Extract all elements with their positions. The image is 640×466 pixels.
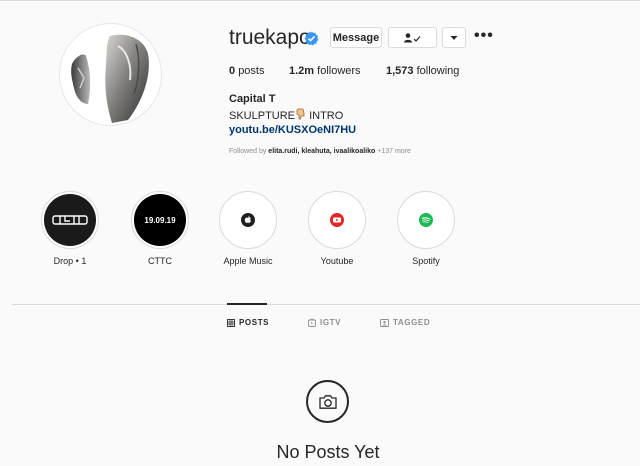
profile-website-link[interactable]: youtu.be/KUSXOeNI7HU	[229, 124, 356, 136]
apple-music-icon	[241, 213, 255, 227]
tab-tagged-label: TAGGED	[393, 318, 431, 327]
highlight-cover-youtube	[311, 194, 363, 246]
message-button[interactable]: Message	[330, 27, 382, 48]
glitch-logo-icon	[52, 215, 88, 225]
bio-text-start: SKULPTURE	[229, 110, 296, 122]
highlight-cover-cttc: 19.09.19	[134, 194, 186, 246]
following-count-label: following	[416, 65, 460, 77]
camera-circle	[306, 380, 349, 423]
pointing-down-hand-icon	[296, 108, 305, 120]
caret-down-icon	[450, 35, 458, 40]
highlight-ring	[219, 191, 277, 249]
profile-username: truekapo	[229, 26, 311, 49]
profile-bio: SKULPTURE INTRO	[229, 108, 343, 122]
tab-posts[interactable]: POSTS	[227, 318, 269, 327]
active-tab-indicator	[227, 303, 267, 305]
tagged-person-icon	[380, 318, 389, 327]
grid-icon	[227, 318, 235, 327]
following-button[interactable]	[388, 27, 437, 48]
followers-count[interactable]: 1.2m followers	[289, 65, 361, 77]
highlight-cttc[interactable]: 19.09.19 CTTC	[131, 191, 189, 266]
posts-count-value: 0	[229, 65, 236, 77]
profile-full-name: Capital T	[229, 93, 276, 105]
highlight-ring	[41, 191, 99, 249]
followed-by-text[interactable]: Followed by elita.rudi, kleahuta, ivaali…	[229, 148, 411, 155]
more-options-icon[interactable]: •••	[474, 28, 494, 44]
followed-by-prefix: Followed by	[229, 148, 269, 155]
followed-by-more: +137 more	[375, 148, 411, 155]
following-count[interactable]: 1,573 following	[386, 65, 459, 77]
verified-badge-icon	[304, 31, 319, 46]
profile-avatar[interactable]	[59, 23, 162, 126]
highlight-cover-text: 19.09.19	[144, 215, 176, 225]
suggested-accounts-button[interactable]	[442, 27, 466, 48]
tab-igtv-label: IGTV	[320, 318, 342, 327]
empty-state-title: No Posts Yet	[276, 442, 380, 462]
tab-posts-label: POSTS	[239, 318, 270, 327]
highlight-spotify[interactable]: Spotify	[397, 191, 455, 266]
highlight-cover-apple-music	[222, 194, 274, 246]
sculpture-image	[71, 34, 149, 123]
highlight-ring	[397, 191, 455, 249]
posts-count: 0 posts	[229, 65, 264, 77]
highlight-ring: 19.09.19	[131, 191, 189, 249]
youtube-icon	[330, 213, 344, 227]
highlight-apple-music[interactable]: Apple Music	[219, 191, 277, 266]
tabs-divider	[12, 304, 640, 305]
followers-count-value: 1.2m	[289, 65, 315, 77]
highlight-cover-spotify	[400, 194, 452, 246]
following-count-value: 1,573	[386, 65, 414, 77]
highlight-label: Apple Music	[223, 256, 273, 266]
camera-icon	[318, 394, 337, 409]
highlight-youtube[interactable]: Youtube	[308, 191, 366, 266]
highlight-ring	[308, 191, 366, 249]
tab-tagged[interactable]: TAGGED	[380, 318, 430, 327]
posts-count-label: posts	[238, 65, 265, 77]
followers-count-label: followers	[317, 65, 361, 77]
top-divider	[0, 0, 640, 1]
tab-igtv[interactable]: IGTV	[308, 318, 341, 327]
highlight-label: CTTC	[148, 256, 172, 266]
highlight-label: Spotify	[412, 256, 440, 266]
highlight-cover-drop	[44, 194, 96, 246]
spotify-icon	[419, 213, 433, 227]
highlight-drop-1[interactable]: Drop • 1	[41, 191, 99, 266]
highlight-label: Youtube	[320, 256, 354, 266]
person-check-icon	[403, 32, 420, 42]
highlight-label: Drop • 1	[53, 256, 87, 266]
followed-by-names: elita.rudi, kleahuta, ivaalikoaliko	[268, 148, 376, 155]
igtv-icon	[308, 318, 316, 327]
bio-text-end: INTRO	[306, 110, 344, 122]
